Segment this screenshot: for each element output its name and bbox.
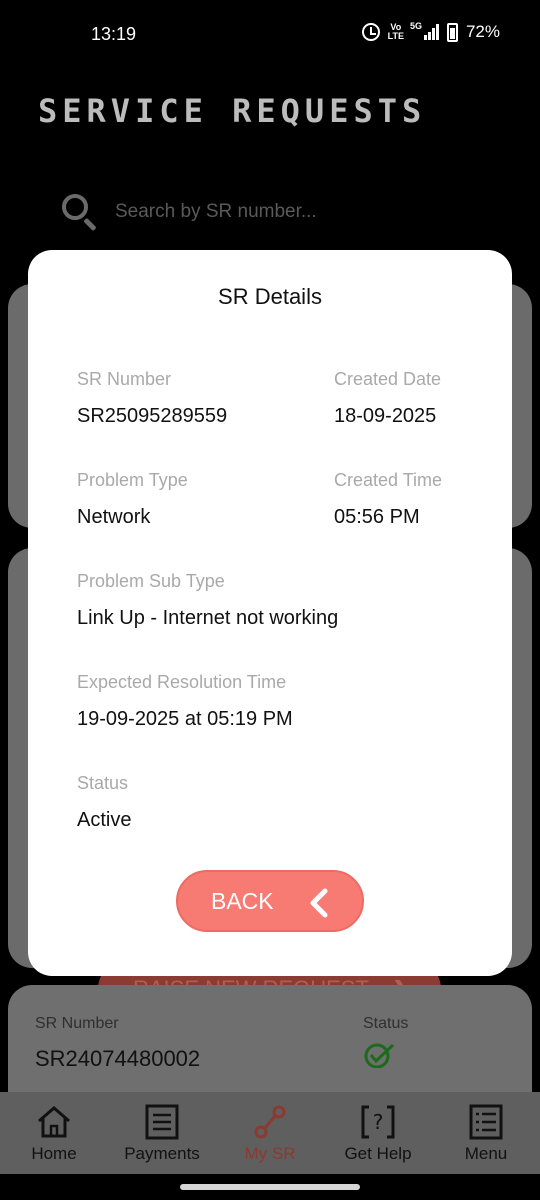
home-icon [38, 1106, 70, 1138]
sr-number-value: SR25095289559 [77, 405, 228, 427]
nav-label-get-help: Get Help [344, 1144, 412, 1163]
back-button-label: BACK [211, 887, 274, 914]
nav-label-home: Home [31, 1144, 77, 1163]
signal-icon: 5G [409, 21, 439, 40]
sr-number-label: SR Number [77, 369, 172, 389]
battery-icon [446, 22, 458, 42]
status-label: Status [77, 773, 129, 793]
nav-item-get-help[interactable]: ? Get Help [324, 1092, 432, 1174]
problem-sub-type-value: Link Up - Internet not working [77, 607, 339, 629]
problem-type-label: Problem Type [77, 470, 188, 490]
bottom-navigation: Home Payments My SR ? Get Help Menu [0, 1092, 540, 1174]
nav-item-home[interactable]: Home [0, 1092, 108, 1174]
sr-details-dialog: SR Details SR Number SR25095289559 Creat… [28, 250, 512, 976]
created-date-label: Created Date [334, 369, 442, 389]
created-date-value: 18-09-2025 [334, 405, 437, 427]
expected-resolution-label: Expected Resolution Time [77, 672, 287, 692]
page-title: SERVICE REQUESTS [38, 92, 427, 130]
nav-item-my-sr[interactable]: My SR [216, 1092, 324, 1174]
check-circle-icon [364, 1043, 395, 1068]
gesture-bar[interactable] [180, 1184, 360, 1190]
menu-icon [469, 1104, 503, 1140]
problem-sub-type-label: Problem Sub Type [77, 571, 225, 591]
search-icon[interactable] [60, 192, 98, 232]
volte-bottom: LTE [387, 31, 404, 41]
status-label: Status [363, 1015, 409, 1032]
nav-item-payments[interactable]: Payments [108, 1092, 216, 1174]
nav-item-menu[interactable]: Menu [432, 1092, 540, 1174]
sr-number-value: SR24074480002 [35, 1046, 201, 1071]
status-value: Active [77, 809, 132, 831]
chevron-left-icon [310, 888, 328, 918]
payments-icon [145, 1104, 179, 1140]
created-time-label: Created Time [334, 470, 443, 490]
created-time-value: 05:56 PM [334, 506, 420, 528]
status-icons: Vo LTE 5G 72% [361, 21, 500, 42]
search-input[interactable] [115, 198, 495, 226]
wrench-icon [254, 1105, 286, 1139]
status-bar: 13:19 Vo LTE 5G 72% [0, 0, 540, 70]
problem-type-value: Network [77, 506, 151, 528]
volte-icon: Vo LTE [388, 23, 404, 41]
battery-percent: 72% [465, 22, 500, 41]
network-type: 5G [409, 21, 422, 31]
nav-label-my-sr: My SR [244, 1144, 296, 1163]
back-button[interactable]: BACK [176, 870, 364, 932]
expected-resolution-value: 19-09-2025 at 05:19 PM [77, 708, 293, 730]
search-bar[interactable] [60, 192, 500, 232]
alarm-icon [361, 23, 380, 41]
sr-number-label: SR Number [35, 1015, 119, 1032]
nav-label-menu: Menu [464, 1144, 508, 1163]
status-time: 13:19 [91, 24, 137, 44]
nav-label-payments: Payments [124, 1144, 200, 1163]
svg-text:?: ? [373, 1110, 384, 1134]
dialog-title: SR Details [218, 284, 322, 309]
help-icon: ? [361, 1105, 395, 1139]
